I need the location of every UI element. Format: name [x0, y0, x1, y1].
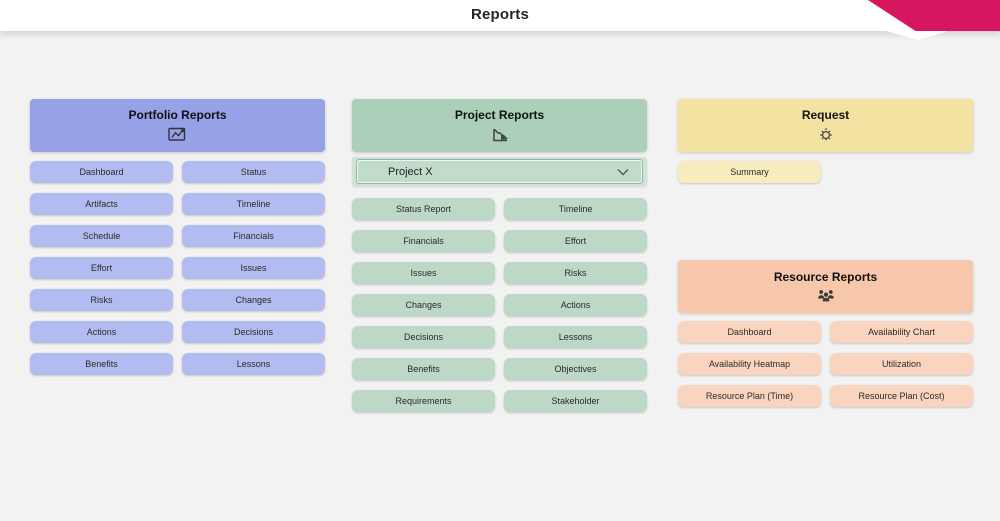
project-benefits-button[interactable]: Benefits — [352, 358, 495, 380]
project-select-value: Project X — [388, 165, 433, 178]
project-decisions-button[interactable]: Decisions — [352, 326, 495, 348]
line-chart-icon — [167, 126, 188, 143]
resource-reports-panel: Resource Reports Dashboard Availability … — [678, 260, 973, 407]
resource-availability-chart-button[interactable]: Availability Chart — [830, 321, 973, 343]
resource-plan-time-button[interactable]: Resource Plan (Time) — [678, 385, 821, 407]
project-financials-button[interactable]: Financials — [352, 230, 495, 252]
portfolio-timeline-button[interactable]: Timeline — [182, 193, 325, 215]
portfolio-benefits-button[interactable]: Benefits — [30, 353, 173, 375]
portfolio-risks-button[interactable]: Risks — [30, 289, 173, 311]
lightbulb-icon — [816, 126, 836, 144]
project-issues-button[interactable]: Issues — [352, 262, 495, 284]
portfolio-artifacts-button[interactable]: Artifacts — [30, 193, 173, 215]
portfolio-lessons-button[interactable]: Lessons — [182, 353, 325, 375]
project-requirements-button[interactable]: Requirements — [352, 390, 495, 412]
project-status-report-button[interactable]: Status Report — [352, 198, 495, 220]
portfolio-schedule-button[interactable]: Schedule — [30, 225, 173, 247]
resource-availability-heatmap-button[interactable]: Availability Heatmap — [678, 353, 821, 375]
project-button-grid: Status Report Timeline Financials Effort… — [352, 198, 647, 412]
request-summary-button[interactable]: Summary — [678, 161, 821, 183]
project-reports-title: Project Reports — [454, 108, 545, 122]
project-reports-panel: Project Reports Project X Status Report … — [352, 99, 647, 412]
project-dropdown-strip: Project X — [352, 157, 647, 186]
portfolio-reports-header: Portfolio Reports — [30, 99, 325, 152]
portfolio-reports-panel: Portfolio Reports Dashboard Status Artif… — [30, 99, 325, 375]
request-button-grid: Summary — [678, 161, 973, 183]
burndown-chart-icon — [490, 126, 510, 143]
resource-reports-header: Resource Reports — [678, 260, 973, 313]
top-bar: Reports — [0, 0, 1000, 31]
portfolio-dashboard-button[interactable]: Dashboard — [30, 161, 173, 183]
portfolio-changes-button[interactable]: Changes — [182, 289, 325, 311]
project-lessons-button[interactable]: Lessons — [504, 326, 647, 348]
project-effort-button[interactable]: Effort — [504, 230, 647, 252]
project-select[interactable]: Project X — [356, 159, 643, 184]
request-panel: Request Summary — [678, 99, 973, 183]
portfolio-financials-button[interactable]: Financials — [182, 225, 325, 247]
resource-dashboard-button[interactable]: Dashboard — [678, 321, 821, 343]
portfolio-decisions-button[interactable]: Decisions — [182, 321, 325, 343]
project-timeline-button[interactable]: Timeline — [504, 198, 647, 220]
portfolio-effort-button[interactable]: Effort — [30, 257, 173, 279]
resource-plan-cost-button[interactable]: Resource Plan (Cost) — [830, 385, 973, 407]
portfolio-reports-title: Portfolio Reports — [128, 108, 227, 122]
resource-utilization-button[interactable]: Utilization — [830, 353, 973, 375]
project-risks-button[interactable]: Risks — [504, 262, 647, 284]
portfolio-button-grid: Dashboard Status Artifacts Timeline Sche… — [30, 161, 325, 375]
brand-ribbon-wedge — [886, 31, 948, 40]
project-stakeholder-button[interactable]: Stakeholder — [504, 390, 647, 412]
people-group-icon — [815, 288, 837, 303]
project-reports-header: Project Reports — [352, 99, 647, 152]
project-actions-button[interactable]: Actions — [504, 294, 647, 316]
portfolio-actions-button[interactable]: Actions — [30, 321, 173, 343]
resource-button-grid: Dashboard Availability Chart Availabilit… — [678, 321, 973, 407]
portfolio-issues-button[interactable]: Issues — [182, 257, 325, 279]
project-changes-button[interactable]: Changes — [352, 294, 495, 316]
portfolio-status-button[interactable]: Status — [182, 161, 325, 183]
chevron-down-icon — [617, 163, 629, 181]
project-objectives-button[interactable]: Objectives — [504, 358, 647, 380]
resource-reports-title: Resource Reports — [773, 270, 878, 284]
page-title: Reports — [470, 6, 530, 23]
request-title: Request — [801, 107, 850, 122]
request-header: Request — [678, 99, 973, 152]
